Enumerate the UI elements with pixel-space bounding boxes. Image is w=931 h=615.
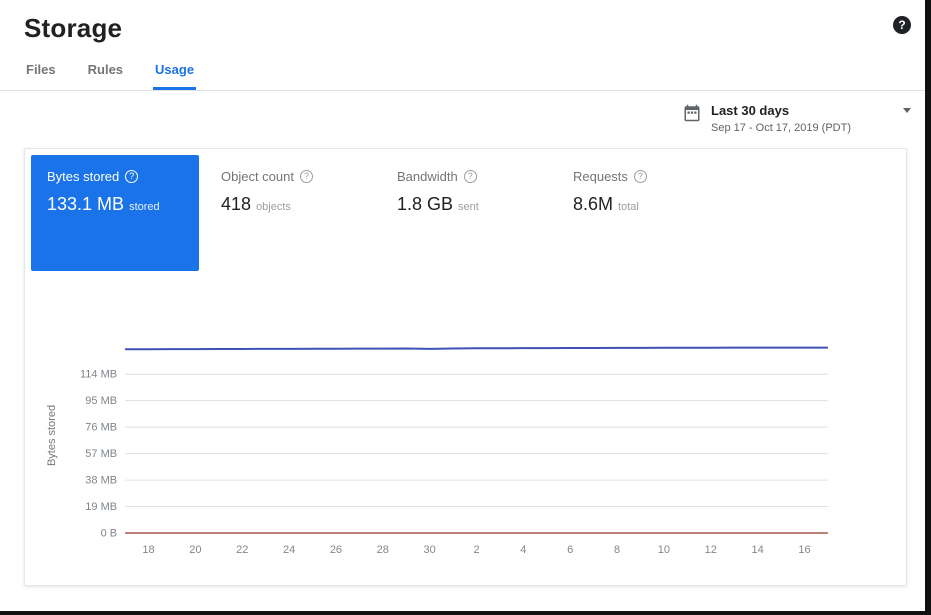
metric-value-row: 8.6M total [573, 194, 711, 215]
svg-text:10: 10 [658, 544, 670, 556]
svg-text:Bytes stored: Bytes stored [46, 405, 58, 466]
svg-text:14: 14 [752, 544, 764, 556]
metric-label: Bandwidth [397, 169, 458, 184]
metric-label-row: Bytes stored ? [47, 169, 183, 184]
metric-value: 418 [221, 194, 251, 214]
page-title: Storage [24, 12, 122, 44]
metric-value: 8.6M [573, 194, 613, 214]
page-header: Storage ? [0, 0, 925, 44]
svg-text:16: 16 [798, 544, 810, 556]
metric-card-bandwidth[interactable]: Bandwidth ? 1.8 GB sent [381, 155, 551, 229]
help-icon[interactable]: ? [125, 170, 138, 183]
svg-text:12: 12 [705, 544, 717, 556]
metric-unit: objects [256, 201, 291, 213]
svg-text:38 MB: 38 MB [85, 475, 117, 487]
svg-text:28: 28 [377, 544, 389, 556]
metric-cards: Bytes stored ? 133.1 MB stored Object co… [25, 149, 906, 277]
svg-text:20: 20 [189, 544, 201, 556]
svg-text:95 MB: 95 MB [85, 395, 117, 407]
svg-text:8: 8 [614, 544, 620, 556]
date-range-sublabel: Sep 17 - Oct 17, 2019 (PDT) [711, 122, 879, 134]
metric-label: Object count [221, 169, 294, 184]
storage-page: Storage ? Files Rules Usage Last 30 days… [0, 0, 925, 611]
tab-files[interactable]: Files [24, 60, 58, 90]
svg-text:76 MB: 76 MB [85, 422, 117, 434]
help-icon[interactable]: ? [464, 170, 477, 183]
date-range-label: Last 30 days [711, 103, 879, 118]
help-icon[interactable]: ? [300, 170, 313, 183]
metric-label: Bytes stored [47, 169, 119, 184]
metric-value-row: 1.8 GB sent [397, 194, 535, 215]
metric-value-row: 418 objects [221, 194, 359, 215]
svg-text:26: 26 [330, 544, 342, 556]
svg-text:22: 22 [236, 544, 248, 556]
date-range-selector[interactable]: Last 30 days Sep 17 - Oct 17, 2019 (PDT) [683, 103, 911, 134]
metric-card-object-count[interactable]: Object count ? 418 objects [205, 155, 375, 229]
metric-value: 1.8 GB [397, 194, 453, 214]
tab-rules[interactable]: Rules [86, 60, 125, 90]
metric-card-bytes-stored[interactable]: Bytes stored ? 133.1 MB stored [31, 155, 199, 271]
metric-unit: stored [129, 201, 160, 213]
metric-label-row: Object count ? [221, 169, 359, 184]
svg-text:19 MB: 19 MB [85, 501, 117, 513]
metric-label-row: Bandwidth ? [397, 169, 535, 184]
usage-panel: Bytes stored ? 133.1 MB stored Object co… [24, 148, 907, 586]
metric-unit: total [618, 201, 639, 213]
svg-text:57 MB: 57 MB [85, 448, 117, 460]
tab-usage[interactable]: Usage [153, 60, 196, 90]
svg-text:18: 18 [142, 544, 154, 556]
help-icon[interactable]: ? [634, 170, 647, 183]
svg-text:6: 6 [567, 544, 573, 556]
chart-area: 114 MB95 MB76 MB57 MB38 MB19 MB0 B182022… [25, 330, 906, 565]
tab-bar: Files Rules Usage [0, 44, 925, 91]
date-range-text: Last 30 days Sep 17 - Oct 17, 2019 (PDT) [711, 103, 879, 134]
dropdown-arrow-icon [903, 108, 911, 113]
calendar-icon [683, 104, 701, 127]
svg-text:4: 4 [520, 544, 526, 556]
metric-value: 133.1 MB [47, 194, 124, 214]
toolbar: Last 30 days Sep 17 - Oct 17, 2019 (PDT) [0, 91, 925, 144]
svg-text:24: 24 [283, 544, 295, 556]
svg-text:114 MB: 114 MB [80, 369, 117, 381]
help-icon[interactable]: ? [893, 16, 911, 34]
svg-text:2: 2 [473, 544, 479, 556]
metric-unit: sent [458, 201, 479, 213]
metric-label: Requests [573, 169, 628, 184]
svg-text:0 B: 0 B [101, 528, 118, 540]
metric-label-row: Requests ? [573, 169, 711, 184]
metric-value-row: 133.1 MB stored [47, 194, 183, 215]
usage-line-chart: 114 MB95 MB76 MB57 MB38 MB19 MB0 B182022… [25, 330, 906, 565]
metric-card-requests[interactable]: Requests ? 8.6M total [557, 155, 727, 229]
svg-text:30: 30 [424, 544, 436, 556]
